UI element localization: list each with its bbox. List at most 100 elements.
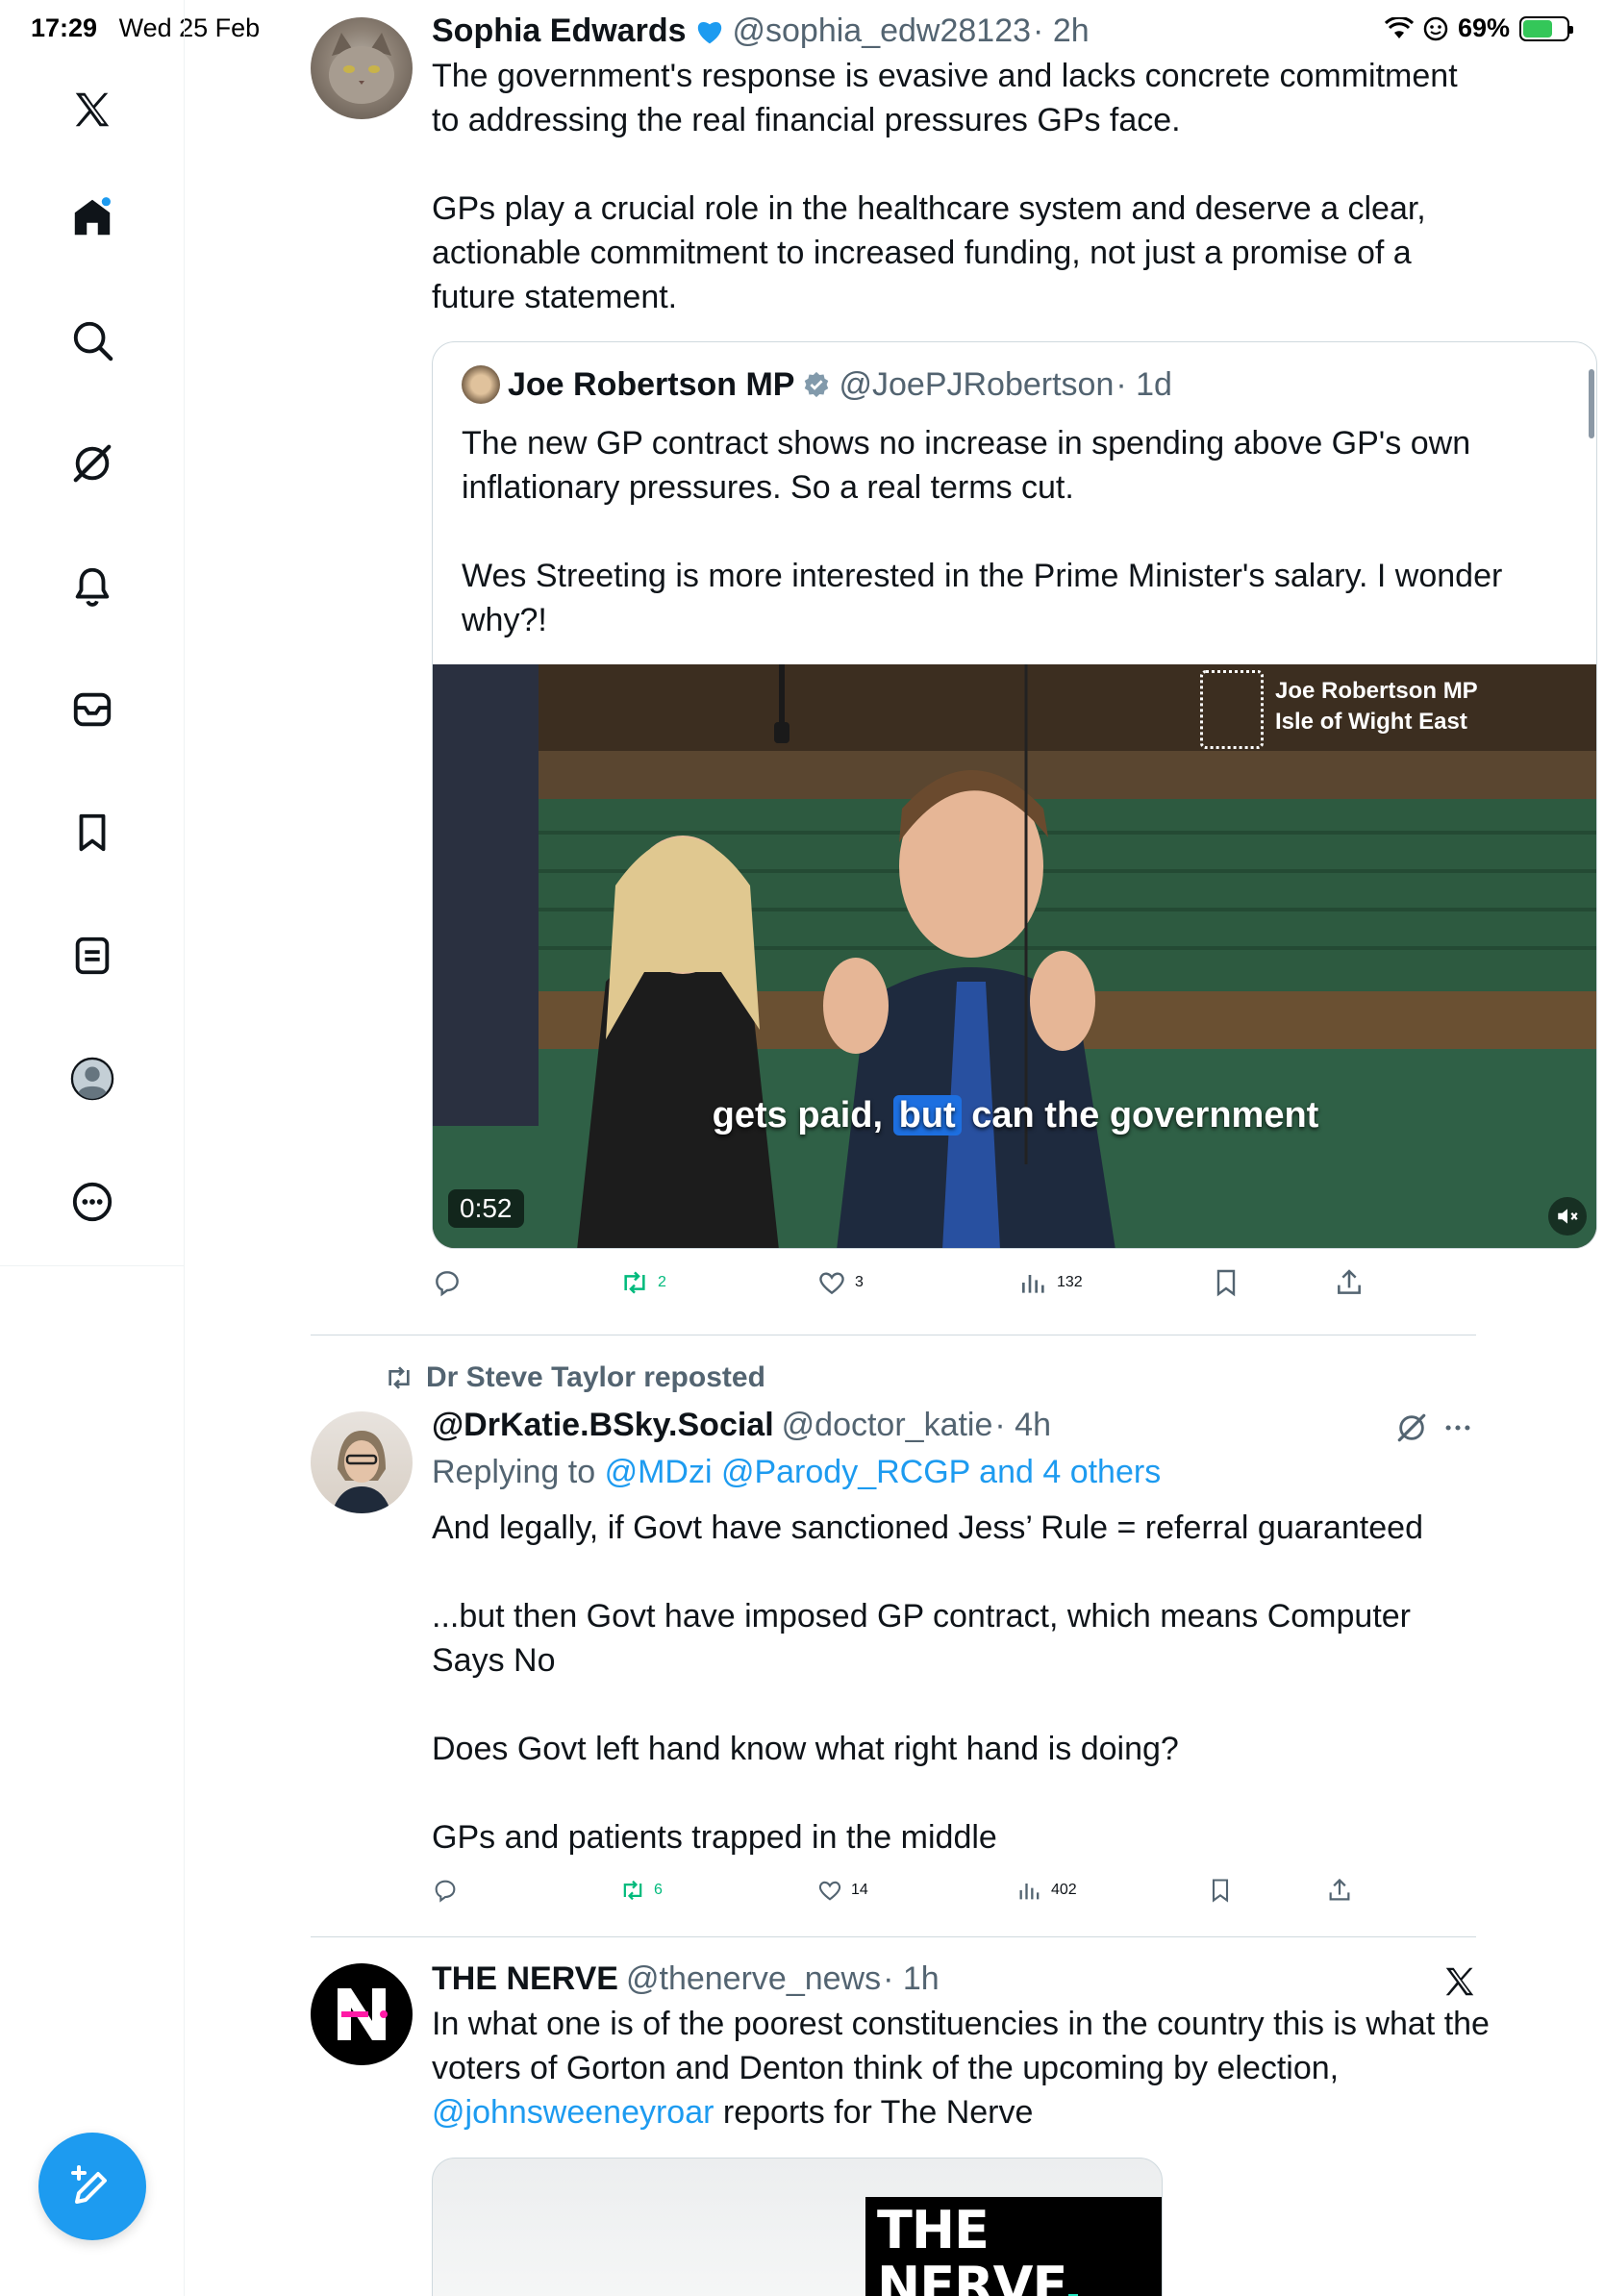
bookmarks-icon[interactable] <box>63 804 121 861</box>
more-icon[interactable] <box>63 1173 121 1231</box>
repost-context[interactable]: Dr Steve Taylor reposted <box>384 1361 765 1394</box>
like-count: 3 <box>855 1274 864 1290</box>
mute-icon <box>1558 1209 1578 1224</box>
post-time: · 4h <box>994 1407 1051 1443</box>
views-icon <box>1019 1884 1040 1900</box>
avatar[interactable] <box>311 17 413 119</box>
home-icon[interactable] <box>63 188 121 246</box>
post-time: · 1h <box>883 1960 940 1997</box>
post-actions: 2 3 132 <box>432 1267 1595 1306</box>
cat-avatar-image <box>329 33 394 104</box>
compose-button[interactable] <box>38 2133 146 2240</box>
quoted-post[interactable]: Joe Robertson MP @JoePJRobertson · 1d Th… <box>432 341 1597 1249</box>
profile-icon[interactable] <box>63 1050 121 1108</box>
repost-icon <box>388 1366 410 1389</box>
like-count: 14 <box>851 1882 868 1898</box>
repost-count: 6 <box>654 1882 663 1898</box>
grok-post-button[interactable] <box>1395 1411 1428 1449</box>
handle[interactable]: @doctor_katie <box>782 1406 993 1444</box>
sidebar <box>0 0 185 2296</box>
display-name[interactable]: @DrKatie.BSky.Social <box>432 1406 774 1444</box>
repost-icon <box>623 1880 642 1901</box>
video-frame-image <box>433 664 1596 1248</box>
handle[interactable]: @sophia_edw28123 <box>733 12 1032 50</box>
more-dots-icon <box>1445 1425 1470 1431</box>
post-text: And legally, if Govt have sanctioned Jes… <box>432 1510 1423 1856</box>
video-overlay-constituency: Isle of Wight East <box>1275 709 1467 735</box>
post-drkatie[interactable]: @DrKatie.BSky.Social @doctor_katie · 4h … <box>432 1406 1595 1859</box>
video-overlay-name: Joe Robertson MP <box>1275 678 1478 704</box>
post-actions: 6 14 402 <box>432 1877 1595 1915</box>
heart-icon <box>818 1881 841 1901</box>
repost-button[interactable]: 6 <box>619 1877 663 1904</box>
search-icon[interactable] <box>63 312 121 369</box>
scrollbar[interactable] <box>1589 369 1594 438</box>
quote-display-name: Joe Robertson MP <box>508 366 795 403</box>
media-logo-text: THE NERVE <box>877 2200 1067 2296</box>
repost-icon <box>624 1271 645 1294</box>
post-media-card[interactable]: THE NERVE <box>432 2158 1163 2296</box>
caption-highlight: but <box>892 1095 962 1136</box>
media-logo: THE NERVE <box>865 2197 1162 2296</box>
messages-icon[interactable] <box>63 681 121 738</box>
quote-header: Joe Robertson MP @JoePJRobertson · 1d <box>462 365 1172 404</box>
reply-icon <box>435 1880 456 1903</box>
post-time: · 2h <box>1033 12 1090 49</box>
notifications-icon[interactable] <box>63 558 121 615</box>
repost-count: 2 <box>658 1274 666 1290</box>
repost-button[interactable]: 2 <box>619 1267 666 1298</box>
replying-to: Replying to @MDzi @Parody_RCGP and 4 oth… <box>432 1450 1595 1494</box>
quote-text: The new GP contract shows no increase in… <box>462 425 1503 638</box>
video-player[interactable]: Joe Robertson MP Isle of Wight East gets… <box>433 664 1596 1248</box>
post-header: THE NERVE @thenerve_news · 1h <box>432 1959 1595 1998</box>
bookmark-button[interactable] <box>1207 1877 1234 1904</box>
nerve-logo-icon <box>338 1988 388 2040</box>
views-button[interactable]: 402 <box>1016 1877 1077 1904</box>
views-button[interactable]: 132 <box>1018 1267 1083 1298</box>
post-text-before: In what one is of the poorest constituen… <box>432 2006 1490 2086</box>
share-icon <box>1329 1878 1350 1901</box>
avatar[interactable] <box>311 1411 413 1513</box>
heart-icon <box>819 1272 844 1295</box>
post-more-button[interactable] <box>1441 1411 1474 1449</box>
replying-to-users[interactable]: @MDzi @Parody_RCGP and 4 others <box>605 1454 1162 1490</box>
lists-icon[interactable] <box>63 927 121 985</box>
like-button[interactable]: 3 <box>816 1267 864 1298</box>
video-duration: 0:52 <box>448 1189 524 1228</box>
reply-button[interactable] <box>432 1877 466 1904</box>
share-button[interactable] <box>1326 1877 1353 1904</box>
mute-button[interactable] <box>1548 1197 1587 1235</box>
bookmark-button[interactable] <box>1211 1267 1241 1298</box>
post-text: In what one is of the poorest constituen… <box>432 2002 1490 2134</box>
display-name[interactable]: Sophia Edwards <box>432 12 687 50</box>
display-name[interactable]: THE NERVE <box>432 1959 618 1998</box>
compose-icon <box>71 2165 107 2204</box>
grok-icon <box>1397 1413 1426 1442</box>
avatar[interactable] <box>311 1963 413 2065</box>
views-icon <box>1022 1275 1044 1293</box>
view-count: 132 <box>1057 1274 1083 1290</box>
mention-link[interactable]: @johnsweeneyroar <box>432 2094 714 2131</box>
post-thenerve[interactable]: THE NERVE @thenerve_news · 1h In what on… <box>432 1959 1595 2134</box>
x-logo-icon[interactable] <box>63 81 121 138</box>
video-overlay-logo <box>1200 670 1264 749</box>
share-icon <box>1338 1269 1361 1294</box>
reply-button[interactable] <box>432 1267 470 1298</box>
quote-time: · 1d <box>1115 366 1172 403</box>
post-text-after: reports for The Nerve <box>714 2094 1034 2131</box>
replying-prefix: Replying to <box>432 1454 596 1490</box>
post-text: The government's response is evasive and… <box>432 58 1458 315</box>
caption-before: gets paid, <box>712 1095 884 1136</box>
like-button[interactable]: 14 <box>816 1877 868 1904</box>
video-caption: gets paid, but can the government <box>433 1095 1596 1136</box>
handle[interactable]: @thenerve_news <box>626 1959 881 1998</box>
caption-after: can the government <box>971 1095 1319 1136</box>
post-divider <box>311 1936 1476 1937</box>
quote-avatar <box>462 365 500 404</box>
blue-heart-icon <box>697 22 721 44</box>
video-overlay-text: Joe Robertson MP Isle of Wight East <box>1275 676 1478 737</box>
grok-icon[interactable] <box>63 435 121 492</box>
bookmark-icon <box>1212 1879 1229 1903</box>
share-button[interactable] <box>1334 1267 1365 1298</box>
post-sophia[interactable]: Sophia Edwards @sophia_edw28123 · 2h The… <box>432 12 1595 319</box>
